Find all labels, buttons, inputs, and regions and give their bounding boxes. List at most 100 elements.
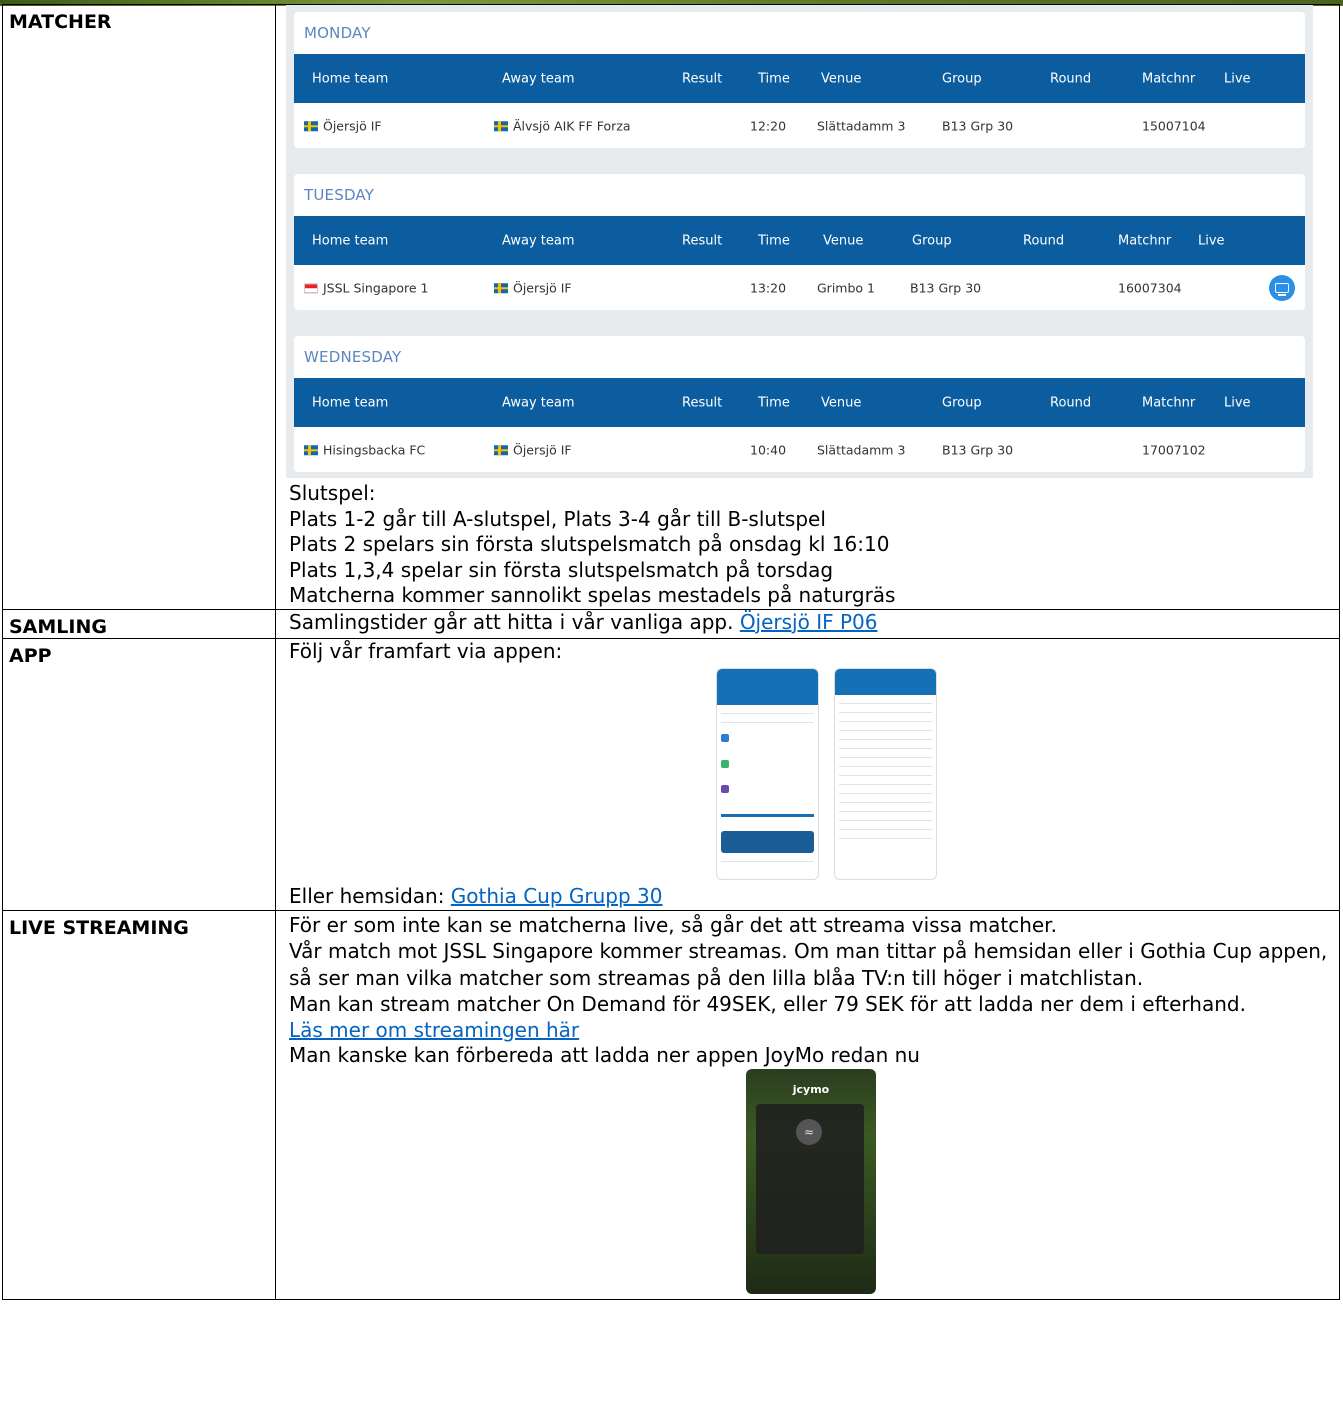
- column-header[interactable]: Live: [1224, 66, 1251, 92]
- column-header[interactable]: Result: [682, 228, 722, 254]
- playoff-note-line: Matcherna kommer sannolikt spelas mestad…: [289, 583, 896, 607]
- column-header[interactable]: Away team: [502, 66, 575, 92]
- matchnr-cell: 16007304: [1118, 279, 1182, 295]
- group-cell: B13 Grp 30: [910, 279, 982, 295]
- column-header[interactable]: Matchnr: [1142, 66, 1195, 92]
- home-team-name[interactable]: JSSL Singapore 1: [323, 280, 428, 295]
- app-outro: Eller hemsidan:: [289, 884, 451, 908]
- column-header[interactable]: Time: [758, 390, 790, 416]
- time-cell: 13:20: [750, 279, 787, 295]
- column-header[interactable]: Matchnr: [1142, 390, 1195, 416]
- live-text-2: Vår match mot JSSL Singapore kommer stre…: [289, 939, 1328, 990]
- time-cell: 10:40: [750, 441, 787, 457]
- column-header[interactable]: Live: [1224, 390, 1251, 416]
- column-header[interactable]: Venue: [821, 390, 861, 416]
- match-row[interactable]: JSSL Singapore 1 Öjersjö IF 13:20 Grimbo 1 B…: [294, 265, 1305, 310]
- flag-icon: [304, 120, 318, 131]
- day-title: MONDAY: [304, 24, 371, 42]
- playoff-notes: Slutspel: Plats 1-2 går till A-slutspel, …: [276, 478, 1339, 609]
- column-header[interactable]: Venue: [821, 66, 861, 92]
- group-cell: B13 Grp 30: [942, 441, 1014, 457]
- venue-cell: Slättadamm 3: [817, 441, 906, 457]
- away-team: Öjersjö IF: [494, 437, 572, 463]
- away-team: Älvsjö AIK FF Forza: [494, 113, 631, 139]
- column-header[interactable]: Group: [912, 228, 952, 254]
- home-team-name[interactable]: Hisingsbacka FC: [323, 442, 425, 457]
- away-team-name[interactable]: Öjersjö IF: [513, 280, 572, 295]
- wifi-icon: ≈: [796, 1118, 822, 1145]
- app-intro: Följ vår framfart via appen:: [289, 638, 563, 663]
- match-row[interactable]: Öjersjö IF Älvsjö AIK FF Forza 12:20 Slätta…: [294, 103, 1305, 148]
- label-matcher: MATCHER: [2, 4, 276, 610]
- streaming-info-link[interactable]: Läs mer om streamingen här: [289, 1018, 579, 1042]
- time-cell: 12:20: [750, 117, 787, 133]
- playoff-note-line: Plats 1-2 går till A-slutspel, Plats 3-4…: [289, 506, 826, 531]
- row-matcher: MATCHER MONDAY Home team Away team Result Ti…: [2, 4, 1340, 610]
- column-header[interactable]: Group: [942, 66, 982, 92]
- gothia-group-link[interactable]: Gothia Cup Grupp 30: [451, 884, 663, 908]
- column-header[interactable]: Matchnr: [1118, 228, 1171, 254]
- column-header[interactable]: Live: [1198, 228, 1225, 254]
- venue-cell: Slättadamm 3: [817, 117, 906, 133]
- column-header[interactable]: Round: [1050, 390, 1091, 416]
- joymo-app-screenshot: jcymo ≈: [746, 1068, 876, 1294]
- column-header[interactable]: Group: [942, 390, 982, 416]
- flag-icon: [494, 120, 508, 131]
- column-header[interactable]: Round: [1050, 66, 1091, 92]
- playoff-note-line: Slutspel:: [289, 481, 376, 505]
- column-header[interactable]: Home team: [312, 390, 388, 416]
- day-title: TUESDAY: [304, 186, 375, 204]
- home-team: JSSL Singapore 1: [304, 275, 428, 301]
- content-matcher: MONDAY Home team Away team Result Time Venue G…: [275, 4, 1340, 610]
- home-team-name[interactable]: Öjersjö IF: [323, 118, 382, 133]
- label-live-streaming: LIVE STREAMING: [2, 909, 276, 1300]
- app-screenshot-teams: [834, 668, 937, 880]
- home-team: Öjersjö IF: [304, 113, 382, 139]
- matchnr-cell: 15007104: [1142, 117, 1206, 133]
- matchnr-cell: 17007102: [1142, 441, 1206, 457]
- column-header[interactable]: Time: [758, 228, 790, 254]
- day-section: TUESDAY Home team Away team Result Time Venue…: [294, 174, 1305, 310]
- column-header[interactable]: Round: [1023, 228, 1064, 254]
- samling-text: Samlingstider går att hitta i vår vanlig…: [289, 609, 740, 634]
- schedule-header: Home team Away team Result Time Venue Group Ro…: [294, 378, 1305, 427]
- flag-icon: [304, 282, 318, 293]
- flag-icon: [304, 444, 318, 455]
- column-header[interactable]: Time: [758, 66, 790, 92]
- schedule-header: Home team Away team Result Time Venue Group Ro…: [294, 216, 1305, 265]
- content-live-streaming: För er som inte kan se matcherna live, s…: [275, 909, 1340, 1300]
- column-header[interactable]: Result: [682, 390, 722, 416]
- app-screenshot-home: [716, 668, 819, 880]
- column-header[interactable]: Home team: [312, 228, 388, 254]
- column-header[interactable]: Away team: [502, 228, 575, 254]
- content-samling: Samlingstider går att hitta i vår vanlig…: [275, 608, 1340, 639]
- app-screenshots: [276, 664, 1339, 884]
- playoff-note-line: Plats 2 spelars sin första slutspelsmatc…: [289, 532, 890, 556]
- live-tv-icon[interactable]: [1269, 274, 1295, 301]
- column-header[interactable]: Away team: [502, 390, 575, 416]
- away-team-name[interactable]: Öjersjö IF: [513, 442, 572, 457]
- flag-icon: [494, 282, 508, 293]
- live-text-1: För er som inte kan se matcherna live, s…: [289, 912, 1057, 937]
- away-team-name[interactable]: Älvsjö AIK FF Forza: [513, 118, 631, 133]
- live-text-4: Man kanske kan förbereda att ladda ner a…: [289, 1043, 920, 1067]
- day-section: MONDAY Home team Away team Result Time Venue G…: [294, 12, 1305, 148]
- column-header[interactable]: Venue: [823, 228, 863, 254]
- content-app: Följ vår framfart via appen: Eller hemsi…: [275, 637, 1340, 911]
- column-header[interactable]: Result: [682, 66, 722, 92]
- home-team: Hisingsbacka FC: [304, 437, 425, 463]
- away-team: Öjersjö IF: [494, 275, 572, 301]
- day-title: WEDNESDAY: [304, 348, 402, 366]
- playoff-note-line: Plats 1,3,4 spelar sin första slutspelsm…: [289, 557, 834, 582]
- live-text-3: Man kan stream matcher On Demand för 49S…: [289, 992, 1246, 1016]
- row-live-streaming: LIVE STREAMING För er som inte kan se ma…: [2, 909, 1340, 1300]
- day-section: WEDNESDAY Home team Away team Result Time Ven…: [294, 336, 1305, 472]
- match-schedule-screenshot: MONDAY Home team Away team Result Time Venue G…: [286, 5, 1313, 478]
- row-samling: SAMLING Samlingstider går att hitta i vå…: [2, 608, 1340, 639]
- samling-app-link[interactable]: Öjersjö IF P06: [740, 610, 878, 634]
- flag-icon: [494, 444, 508, 455]
- match-row[interactable]: Hisingsbacka FC Öjersjö IF 10:40 Slättadamm…: [294, 427, 1305, 472]
- group-cell: B13 Grp 30: [942, 117, 1014, 133]
- column-header[interactable]: Home team: [312, 66, 388, 92]
- joymo-screenshot-wrap: jcymo ≈: [276, 1068, 1339, 1297]
